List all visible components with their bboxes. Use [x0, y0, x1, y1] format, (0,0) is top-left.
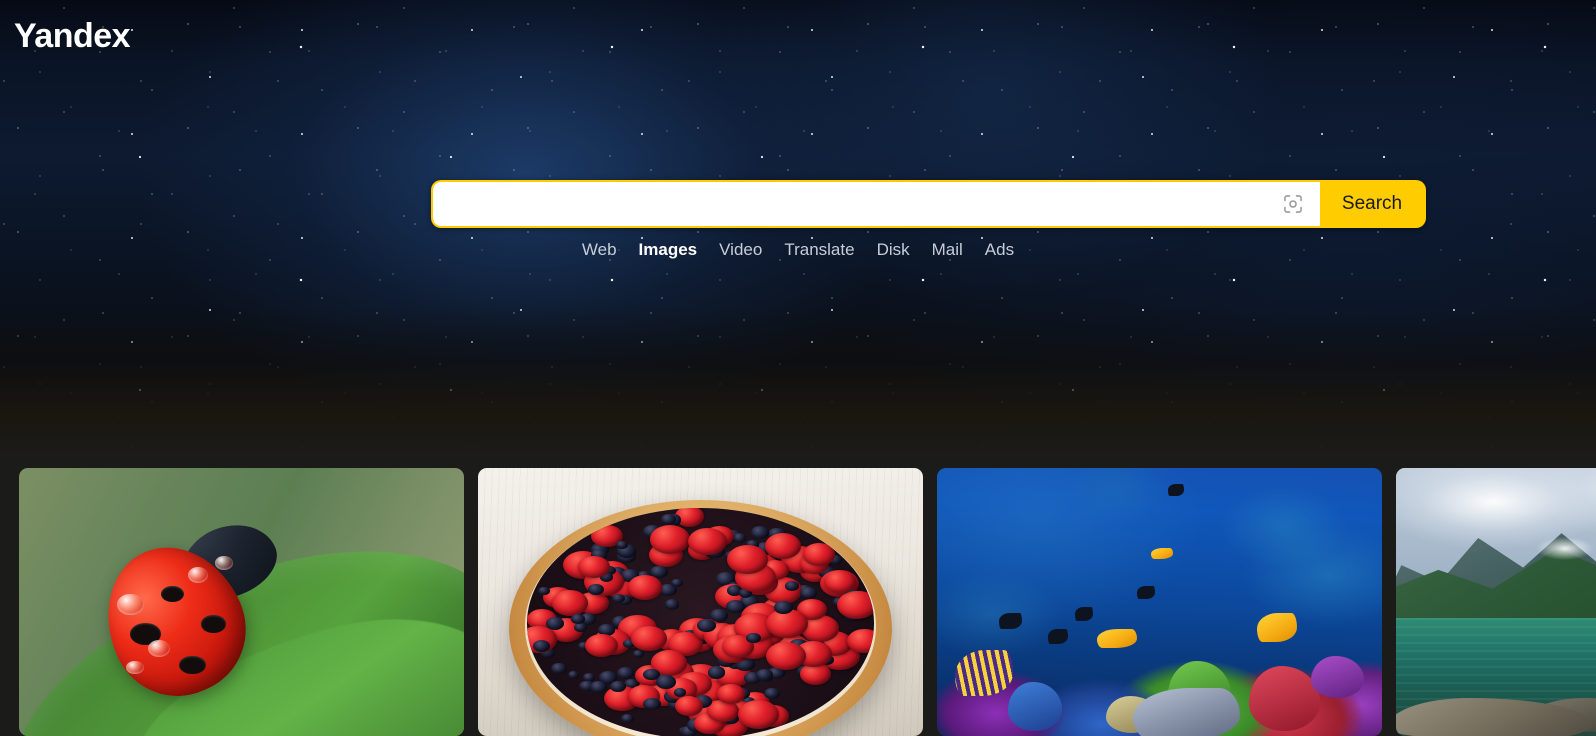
blueberry — [571, 614, 585, 624]
blueberry — [673, 687, 687, 697]
blueberry — [671, 578, 684, 588]
raspberry — [552, 590, 589, 616]
fish — [1074, 607, 1093, 621]
raspberry — [803, 543, 836, 566]
tab-ads[interactable]: Ads — [985, 238, 1014, 262]
fish — [1168, 484, 1184, 497]
blueberry — [785, 580, 800, 591]
mountain-lake-photo — [1396, 468, 1596, 736]
raspberry — [584, 633, 619, 658]
blueberry — [538, 586, 550, 596]
blueberry — [633, 649, 645, 658]
blueberry — [550, 662, 567, 675]
water-droplet — [125, 660, 144, 675]
blueberry — [656, 674, 677, 689]
search-bar: Search — [431, 180, 1426, 228]
blueberry — [642, 697, 661, 710]
tart-berry-topping — [526, 508, 875, 736]
blueberry — [567, 671, 580, 680]
blueberry — [763, 688, 780, 700]
blueberry — [708, 666, 726, 679]
blueberry — [750, 526, 769, 540]
raspberry — [847, 628, 875, 654]
gallery-thumbnail[interactable] — [19, 468, 464, 736]
blueberry — [620, 713, 634, 723]
fish — [1048, 628, 1069, 644]
raspberry — [716, 684, 745, 704]
image-gallery-strip — [19, 468, 1596, 736]
search-input[interactable] — [449, 182, 1276, 226]
ladybug-spot — [201, 615, 226, 633]
blueberry — [660, 514, 676, 525]
fish-angelfish — [954, 650, 1013, 696]
fish — [999, 612, 1022, 629]
blueberry — [755, 668, 773, 681]
water-droplet — [116, 593, 144, 616]
raspberry — [738, 699, 780, 729]
water-droplet — [148, 639, 171, 657]
gallery-thumbnail[interactable] — [1396, 468, 1596, 736]
raspberry — [674, 696, 703, 717]
coral-reef-photo — [937, 468, 1382, 736]
raspberry — [766, 642, 806, 671]
blueberry — [725, 599, 745, 613]
yandex-logo[interactable]: Yandex — [14, 16, 131, 56]
raspberry — [837, 590, 875, 620]
tab-translate[interactable]: Translate — [784, 238, 854, 262]
ladybug-spot — [179, 655, 206, 675]
hero-starfield-banner — [0, 0, 1596, 456]
raspberry — [823, 570, 856, 593]
raspberry — [631, 625, 667, 651]
blueberry — [573, 623, 587, 632]
gallery-thumbnail[interactable] — [937, 468, 1382, 736]
blueberry — [664, 598, 680, 610]
ladybug-spot — [161, 585, 184, 602]
raspberry — [687, 528, 727, 556]
hero-bottom-fade — [0, 306, 1596, 456]
blueberry — [616, 667, 635, 680]
gallery-thumbnail[interactable] — [478, 468, 923, 736]
blueberry — [799, 586, 818, 600]
search-field — [433, 182, 1320, 226]
raspberry — [627, 575, 663, 600]
tab-mail[interactable]: Mail — [932, 238, 963, 262]
raspberry — [764, 533, 802, 559]
blueberry — [610, 680, 626, 693]
water-droplet — [214, 556, 233, 570]
blueberry — [589, 681, 607, 694]
yandex-images-homepage: Yandex Search Web Images Video Translate… — [0, 0, 1596, 736]
fish-yellow — [1097, 628, 1138, 648]
service-tabs: Web Images Video Translate Disk Mail Ads — [0, 238, 1596, 262]
tab-images[interactable]: Images — [639, 238, 698, 262]
coral-red — [1248, 666, 1320, 731]
blueberry — [745, 632, 761, 644]
tab-web[interactable]: Web — [582, 238, 617, 262]
search-submit-button[interactable]: Search — [1320, 182, 1424, 226]
raspberry — [727, 545, 768, 574]
raspberry — [649, 525, 690, 554]
blueberry — [732, 533, 747, 543]
coral-blue — [1008, 682, 1062, 731]
tab-disk[interactable]: Disk — [877, 238, 910, 262]
tab-video[interactable]: Video — [719, 238, 762, 262]
blueberry — [696, 618, 716, 633]
blueberry — [612, 593, 625, 603]
snow-caps — [1502, 521, 1596, 576]
blueberry — [545, 617, 564, 631]
visual-search-lens-icon[interactable] — [1276, 187, 1310, 221]
berry-tart-photo — [478, 468, 923, 736]
ladybug-photo — [19, 468, 464, 736]
